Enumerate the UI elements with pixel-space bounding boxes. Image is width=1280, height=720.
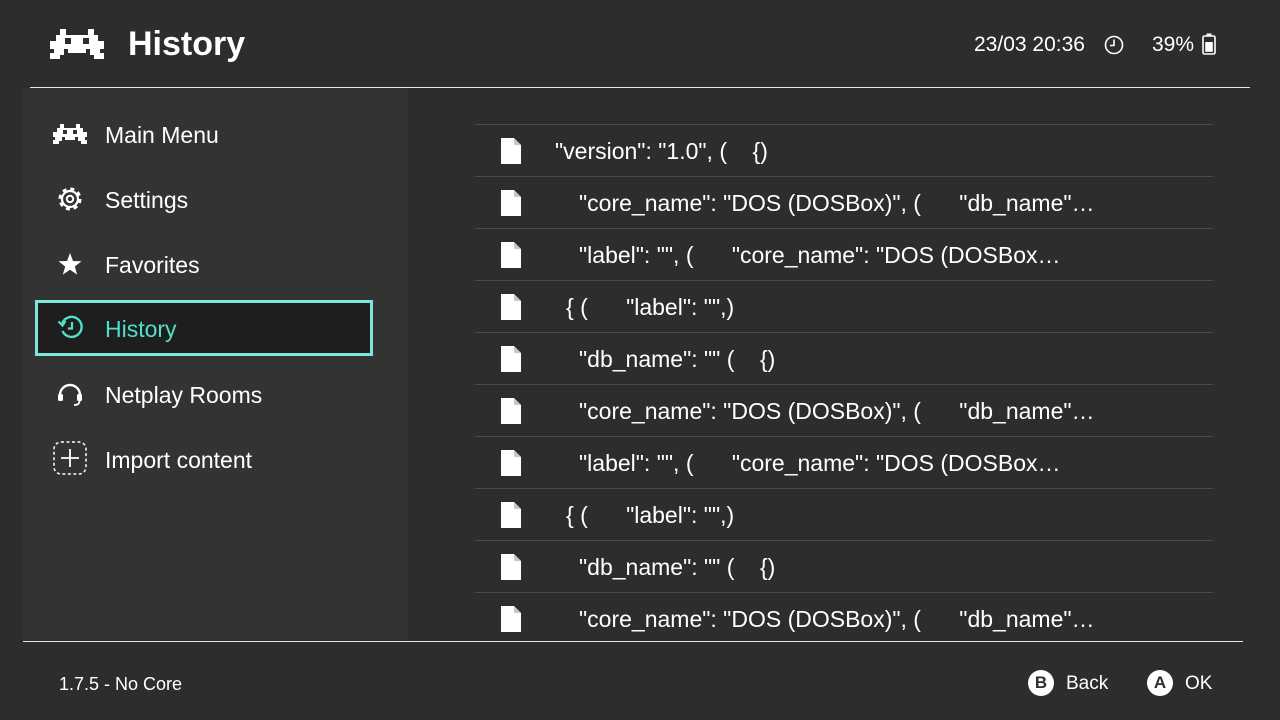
sidebar-item-favorites[interactable]: Favorites	[35, 236, 373, 292]
sidebar-item-settings[interactable]: Settings	[35, 171, 373, 227]
ok-label: OK	[1185, 673, 1213, 694]
file-icon	[501, 346, 521, 372]
list-item-label: "core_name": "DOS (DOSBox)", ( "db_name"…	[579, 190, 1095, 216]
file-icon	[501, 450, 521, 476]
sidebar-item-label: Main Menu	[105, 122, 219, 148]
list-item-label: "label": "", ( "core_name": "DOS (DOSBox…	[579, 242, 1061, 268]
history-icon	[57, 315, 83, 339]
list-item-label: "label": "", ( "core_name": "DOS (DOSBox…	[579, 450, 1061, 476]
star-icon	[58, 253, 82, 275]
battery-icon	[1202, 33, 1216, 55]
list-item-label: "db_name": "" ( {)	[579, 346, 776, 372]
sidebar-item-label: Favorites	[105, 252, 200, 278]
list-item-label: "db_name": "" ( {)	[579, 554, 776, 580]
retroarch-logo-icon	[50, 29, 104, 59]
sidebar-item-history[interactable]: History	[35, 300, 373, 356]
list-item[interactable]: "version": "1.0", ( {)	[475, 124, 1213, 176]
sidebar-item-label: History	[105, 316, 177, 342]
file-icon	[501, 190, 521, 216]
battery-level: 39%	[1152, 33, 1195, 56]
list-item[interactable]: { ( "label": "",)	[475, 280, 1213, 332]
list-item[interactable]: "core_name": "DOS (DOSBox)", ( "db_name"…	[475, 592, 1213, 644]
list-item-label: "core_name": "DOS (DOSBox)", ( "db_name"…	[579, 606, 1095, 632]
list-item[interactable]: "label": "", ( "core_name": "DOS (DOSBox…	[475, 228, 1213, 280]
list-item-label: "version": "1.0", ( {)	[555, 138, 768, 164]
list-item-label: { ( "label": "",)	[566, 294, 735, 320]
file-icon	[501, 606, 521, 632]
page-title: History	[128, 25, 246, 63]
file-icon	[501, 242, 521, 268]
sidebar-item-main-menu[interactable]: Main Menu	[35, 106, 373, 162]
list-item[interactable]: "db_name": "" ( {)	[475, 540, 1213, 592]
headset-icon	[58, 383, 82, 406]
file-icon	[501, 398, 521, 424]
file-icon	[501, 554, 521, 580]
clock-text: 23/03 20:36	[974, 33, 1085, 56]
list-item[interactable]: "core_name": "DOS (DOSBox)", ( "db_name"…	[475, 176, 1213, 228]
back-label: Back	[1066, 673, 1109, 694]
list-item[interactable]: "core_name": "DOS (DOSBox)", ( "db_name"…	[475, 384, 1213, 436]
sidebar: Main Menu Settings Favorites History Net…	[23, 88, 408, 640]
file-icon	[501, 294, 521, 320]
list-item[interactable]: { ( "label": "",)	[475, 488, 1213, 540]
sidebar-item-label: Settings	[105, 187, 189, 213]
clock-icon	[1104, 35, 1124, 55]
footer-divider	[23, 641, 1243, 642]
sidebar-item-label: Netplay Rooms	[105, 382, 263, 408]
file-icon	[501, 502, 521, 528]
retroarch-invader-icon	[53, 124, 87, 144]
version-text: 1.7.5 - No Core	[59, 674, 183, 694]
list-item[interactable]: "label": "", ( "core_name": "DOS (DOSBox…	[475, 436, 1213, 488]
list-item[interactable]: "db_name": "" ( {)	[475, 332, 1213, 384]
sidebar-item-netplay-rooms[interactable]: Netplay Rooms	[35, 366, 373, 422]
b-button-icon: B	[1028, 670, 1054, 696]
header: History 23/03 20:36 39%	[0, 0, 1280, 88]
a-button-icon: A	[1147, 670, 1173, 696]
sidebar-item-label: Import content	[105, 447, 253, 473]
plus-icon	[53, 441, 87, 475]
list-item-label: { ( "label": "",)	[566, 502, 735, 528]
history-list: "version": "1.0", ( {) "core_name": "DOS…	[475, 124, 1213, 644]
file-icon	[501, 138, 521, 164]
gear-icon	[58, 187, 82, 211]
list-item-label: "core_name": "DOS (DOSBox)", ( "db_name"…	[579, 398, 1095, 424]
sidebar-item-import-content[interactable]: Import content	[35, 431, 373, 487]
